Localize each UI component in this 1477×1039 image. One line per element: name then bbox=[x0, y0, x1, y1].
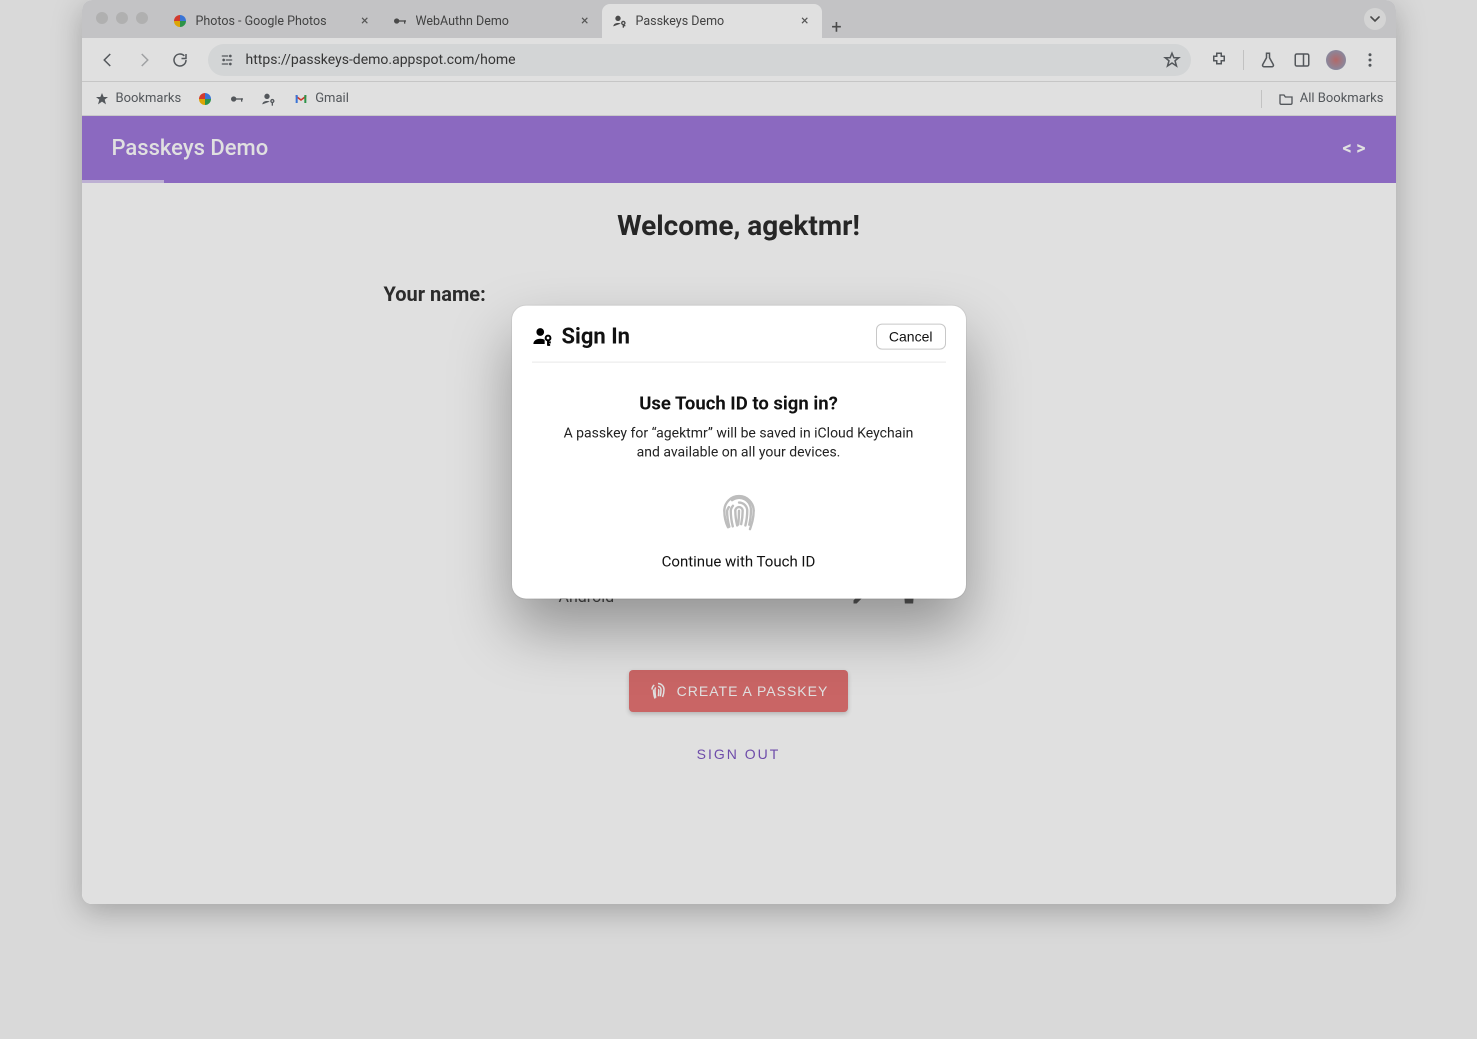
bookmarks-label[interactable]: Bookmarks bbox=[94, 91, 182, 107]
create-passkey-label: CREATE A PASSKEY bbox=[677, 683, 829, 699]
menu-button[interactable] bbox=[1354, 44, 1386, 76]
new-tab-button[interactable]: + bbox=[822, 17, 852, 38]
zoom-window-icon[interactable] bbox=[136, 12, 148, 24]
app-header: Passkeys Demo < > bbox=[82, 116, 1396, 180]
tab-strip: Photos - Google Photos × WebAuthn Demo ×… bbox=[82, 0, 1396, 38]
bookmarks-bar: Bookmarks Gmail bbox=[82, 82, 1396, 116]
url-text: https://passkeys-demo.appspot.com/home bbox=[246, 52, 1153, 68]
google-photos-icon bbox=[197, 91, 213, 107]
toolbar: https://passkeys-demo.appspot.com/home bbox=[82, 38, 1396, 82]
all-bookmarks-text: All Bookmarks bbox=[1300, 91, 1384, 106]
gmail-icon bbox=[293, 91, 309, 107]
sign-out-button[interactable]: SIGN OUT bbox=[697, 746, 781, 762]
touch-id-icon[interactable] bbox=[717, 490, 761, 534]
bookmark-person-key[interactable] bbox=[261, 91, 277, 107]
continue-with-touch-id: Continue with Touch ID bbox=[532, 552, 946, 570]
tab-passkeys[interactable]: Passkeys Demo × bbox=[602, 4, 822, 38]
modal-header: Sign In Cancel bbox=[532, 324, 946, 363]
close-window-icon[interactable] bbox=[96, 12, 108, 24]
minimize-window-icon[interactable] bbox=[116, 12, 128, 24]
tab-overflow-button[interactable] bbox=[1364, 8, 1386, 30]
tab-webauthn[interactable]: WebAuthn Demo × bbox=[382, 4, 602, 38]
gmail-text: Gmail bbox=[315, 91, 349, 106]
bookmark-gmail[interactable]: Gmail bbox=[293, 91, 349, 107]
tab-close-icon[interactable]: × bbox=[358, 13, 371, 29]
tab-title: Passkeys Demo bbox=[636, 14, 791, 29]
tab-title: WebAuthn Demo bbox=[416, 14, 571, 29]
tab-close-icon[interactable]: × bbox=[798, 13, 811, 29]
modal-description: A passkey for “agektmr” will be saved in… bbox=[560, 425, 918, 463]
person-key-icon bbox=[261, 91, 277, 107]
site-settings-icon[interactable] bbox=[218, 51, 236, 69]
loading-indicator bbox=[82, 180, 1396, 183]
signin-modal: Sign In Cancel Use Touch ID to sign in? … bbox=[512, 306, 966, 599]
modal-title-text: Sign In bbox=[562, 324, 631, 349]
toolbar-right bbox=[1203, 44, 1386, 76]
reload-button[interactable] bbox=[164, 44, 196, 76]
fingerprint-icon bbox=[649, 682, 667, 700]
bookmark-key[interactable] bbox=[229, 91, 245, 107]
code-toggle-button[interactable]: < > bbox=[1343, 138, 1366, 159]
modal-question: Use Touch ID to sign in? bbox=[532, 393, 946, 415]
bookmark-star-icon[interactable] bbox=[1163, 51, 1181, 69]
tab-photos[interactable]: Photos - Google Photos × bbox=[162, 4, 382, 38]
all-bookmarks[interactable]: All Bookmarks bbox=[1278, 91, 1384, 107]
google-photos-icon bbox=[172, 13, 188, 29]
browser-window: Photos - Google Photos × WebAuthn Demo ×… bbox=[82, 0, 1396, 904]
bookmark-photos[interactable] bbox=[197, 91, 213, 107]
person-key-icon bbox=[532, 326, 554, 348]
bookmarks-text: Bookmarks bbox=[116, 91, 182, 106]
welcome-heading: Welcome, agektmr! bbox=[379, 209, 1099, 242]
folder-icon bbox=[1278, 91, 1294, 107]
tab-title: Photos - Google Photos bbox=[196, 14, 351, 29]
back-button[interactable] bbox=[92, 44, 124, 76]
window-controls[interactable] bbox=[96, 12, 148, 24]
extensions-icon[interactable] bbox=[1203, 44, 1235, 76]
labs-icon[interactable] bbox=[1252, 44, 1284, 76]
your-name-label: Your name: bbox=[384, 282, 1099, 306]
tab-close-icon[interactable]: × bbox=[578, 13, 591, 29]
key-icon bbox=[392, 13, 408, 29]
modal-body: Use Touch ID to sign in? A passkey for “… bbox=[532, 363, 946, 571]
app-title: Passkeys Demo bbox=[112, 136, 269, 161]
create-passkey-button[interactable]: CREATE A PASSKEY bbox=[629, 670, 849, 712]
forward-button[interactable] bbox=[128, 44, 160, 76]
person-key-icon bbox=[612, 13, 628, 29]
side-panel-icon[interactable] bbox=[1286, 44, 1318, 76]
cancel-button[interactable]: Cancel bbox=[876, 324, 946, 350]
address-bar[interactable]: https://passkeys-demo.appspot.com/home bbox=[208, 44, 1191, 76]
star-filled-icon bbox=[94, 91, 110, 107]
key-icon bbox=[229, 91, 245, 107]
profile-avatar[interactable] bbox=[1320, 44, 1352, 76]
